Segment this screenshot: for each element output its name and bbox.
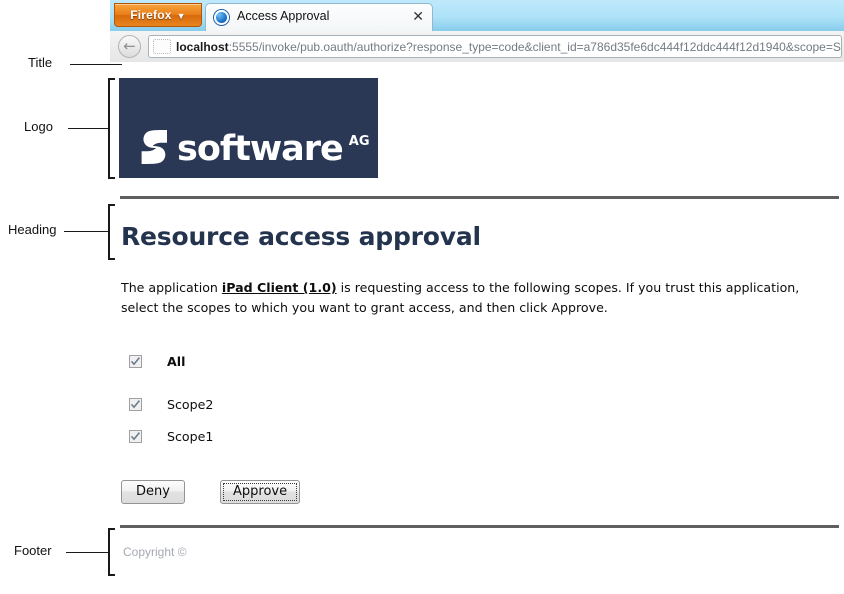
browser-nav-bar: ← localhost:5555/invoke/pub.oauth/author…	[110, 31, 844, 62]
firefox-menu-label: Firefox	[130, 8, 172, 22]
scope-label-scope1: Scope1	[167, 429, 214, 444]
scope-row-all[interactable]: All	[129, 353, 429, 374]
chevron-down-icon: ▼	[176, 10, 186, 21]
browser-chrome: Firefox ▼ Access Approval ✕ ← localhost:5…	[110, 0, 844, 62]
annotation-bracket-logo	[108, 78, 115, 179]
software-ag-logo: software AG	[119, 78, 378, 178]
address-bar[interactable]: localhost:5555/invoke/pub.oauth/authoriz…	[148, 35, 842, 58]
copyright-footer: Copyright ©	[123, 545, 187, 559]
header-divider	[120, 196, 839, 199]
checkmark-icon	[130, 357, 141, 366]
instructions-paragraph: The application iPad Client (1.0) is req…	[121, 278, 835, 318]
annotation-bracket-footer	[108, 528, 115, 576]
client-name-link[interactable]: iPad Client (1.0)	[222, 280, 337, 295]
annotation-label-heading: Heading	[8, 222, 57, 237]
scope-row-scope2[interactable]: Scope2	[129, 396, 429, 417]
address-bar-text: localhost:5555/invoke/pub.oauth/authoriz…	[176, 39, 842, 55]
software-ag-wordmark: software	[177, 129, 344, 169]
close-icon[interactable]: ✕	[412, 9, 424, 25]
annotation-label-logo: Logo	[24, 119, 53, 134]
address-bar-path: :5555/invoke/pub.oauth/authorize?respons…	[228, 40, 842, 54]
annotation-label-title: Title	[28, 55, 53, 70]
footer-divider	[120, 525, 839, 528]
firefox-menu-button[interactable]: Firefox ▼	[114, 3, 202, 27]
page-title: Resource access approval	[121, 222, 481, 251]
page-favicon-icon	[214, 10, 229, 25]
address-bar-host: localhost	[176, 40, 229, 54]
page-content: software AG Resource access approval The…	[119, 70, 841, 590]
checkbox-scope2[interactable]	[129, 398, 142, 411]
annotation-leader-title	[70, 64, 122, 65]
site-identity-icon[interactable]	[153, 39, 171, 54]
software-ag-mark-icon	[141, 130, 167, 164]
new-tab-button[interactable]	[433, 3, 457, 31]
annotation-bracket-heading	[108, 204, 115, 260]
back-arrow-icon[interactable]: ←	[118, 35, 141, 58]
annotation-label-footer: Footer	[14, 543, 52, 558]
software-ag-suffix: AG	[348, 134, 370, 149]
annotation-leader-logo	[68, 128, 110, 129]
browser-tab-title: Access Approval	[237, 9, 330, 23]
scope-row-scope1[interactable]: Scope1	[129, 428, 429, 449]
checkmark-icon	[130, 400, 141, 409]
approve-button[interactable]: Approve	[220, 480, 301, 504]
browser-tab-strip: Firefox ▼ Access Approval ✕	[110, 0, 844, 32]
checkbox-all[interactable]	[129, 355, 142, 368]
annotation-leader-heading	[64, 231, 110, 232]
checkmark-icon	[130, 432, 141, 441]
scope-label-scope2: Scope2	[167, 397, 214, 412]
deny-button[interactable]: Deny	[121, 480, 185, 504]
scope-list: All Scope2 Scope1	[129, 353, 429, 449]
browser-tab-access-approval[interactable]: Access Approval ✕	[205, 3, 433, 31]
focus-outline	[223, 483, 298, 501]
scope-label-all: All	[167, 354, 186, 369]
annotation-leader-footer	[66, 552, 110, 553]
checkbox-scope1[interactable]	[129, 430, 142, 443]
action-buttons: Deny Approve	[121, 480, 301, 504]
instructions-before: The application	[121, 280, 222, 295]
